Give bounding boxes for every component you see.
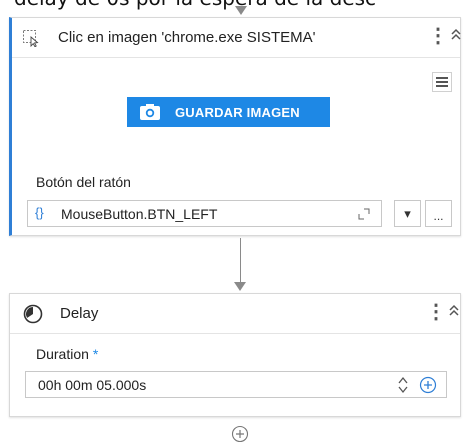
connector-arrow-top	[235, 6, 247, 15]
duration-field[interactable]: 00h 00m 05.000s	[25, 371, 447, 398]
collapse-chevron-icon[interactable]	[450, 28, 462, 45]
click-image-title: Clic en imagen 'chrome.exe SISTEMA'	[58, 29, 316, 46]
add-activity-icon[interactable]	[231, 425, 249, 448]
click-image-activity-header[interactable]: Clic en imagen 'chrome.exe SISTEMA' ⋮	[12, 18, 462, 58]
clipped-description-text: delay de 0s por la espera de la desc	[0, 0, 468, 16]
click-image-activity-card[interactable]: Clic en imagen 'chrome.exe SISTEMA' ⋮ GU…	[9, 17, 461, 236]
delay-activity-card[interactable]: Delay ⋮ Duration * 00h 00m 05.000s	[9, 293, 461, 417]
click-image-icon	[22, 29, 40, 52]
top-clipped-text-region: delay de 0s por la espera de la desc	[0, 0, 468, 16]
expand-editor-icon[interactable]	[358, 207, 370, 223]
connector-line	[240, 238, 241, 283]
delay-activity-header[interactable]: Delay ⋮	[10, 294, 460, 334]
camera-icon	[139, 103, 161, 121]
options-hamburger-button[interactable]	[432, 72, 452, 92]
hamburger-icon	[436, 77, 448, 87]
add-circle-icon[interactable]	[419, 376, 437, 397]
delay-menu-kebab-icon[interactable]: ⋮	[426, 302, 446, 322]
delay-collapse-chevron-icon[interactable]	[448, 304, 460, 321]
duration-label: Duration *	[36, 346, 98, 362]
connector-arrow-down	[234, 282, 246, 291]
mouse-button-more-button[interactable]: ...	[425, 200, 452, 227]
chevron-down-icon: ▾	[404, 205, 411, 221]
delay-title: Delay	[60, 305, 99, 322]
mouse-button-field[interactable]: {} MouseButton.BTN_LEFT	[27, 200, 382, 227]
activity-menu-kebab-icon[interactable]: ⋮	[428, 26, 448, 46]
save-image-label: GUARDAR IMAGEN	[175, 104, 300, 120]
save-image-button[interactable]: GUARDAR IMAGEN	[127, 97, 330, 127]
mouse-button-label: Botón del ratón	[36, 174, 131, 190]
required-mark: *	[92, 346, 99, 362]
spinner-icon[interactable]	[397, 375, 409, 398]
mouse-button-dropdown[interactable]: ▾	[394, 200, 421, 227]
delay-clock-icon	[23, 304, 43, 329]
more-options-label: ...	[433, 208, 444, 223]
expression-icon: {}	[35, 205, 44, 220]
duration-label-text: Duration	[36, 346, 89, 362]
duration-value: 00h 00m 05.000s	[38, 377, 147, 393]
mouse-button-value: MouseButton.BTN_LEFT	[61, 206, 218, 222]
